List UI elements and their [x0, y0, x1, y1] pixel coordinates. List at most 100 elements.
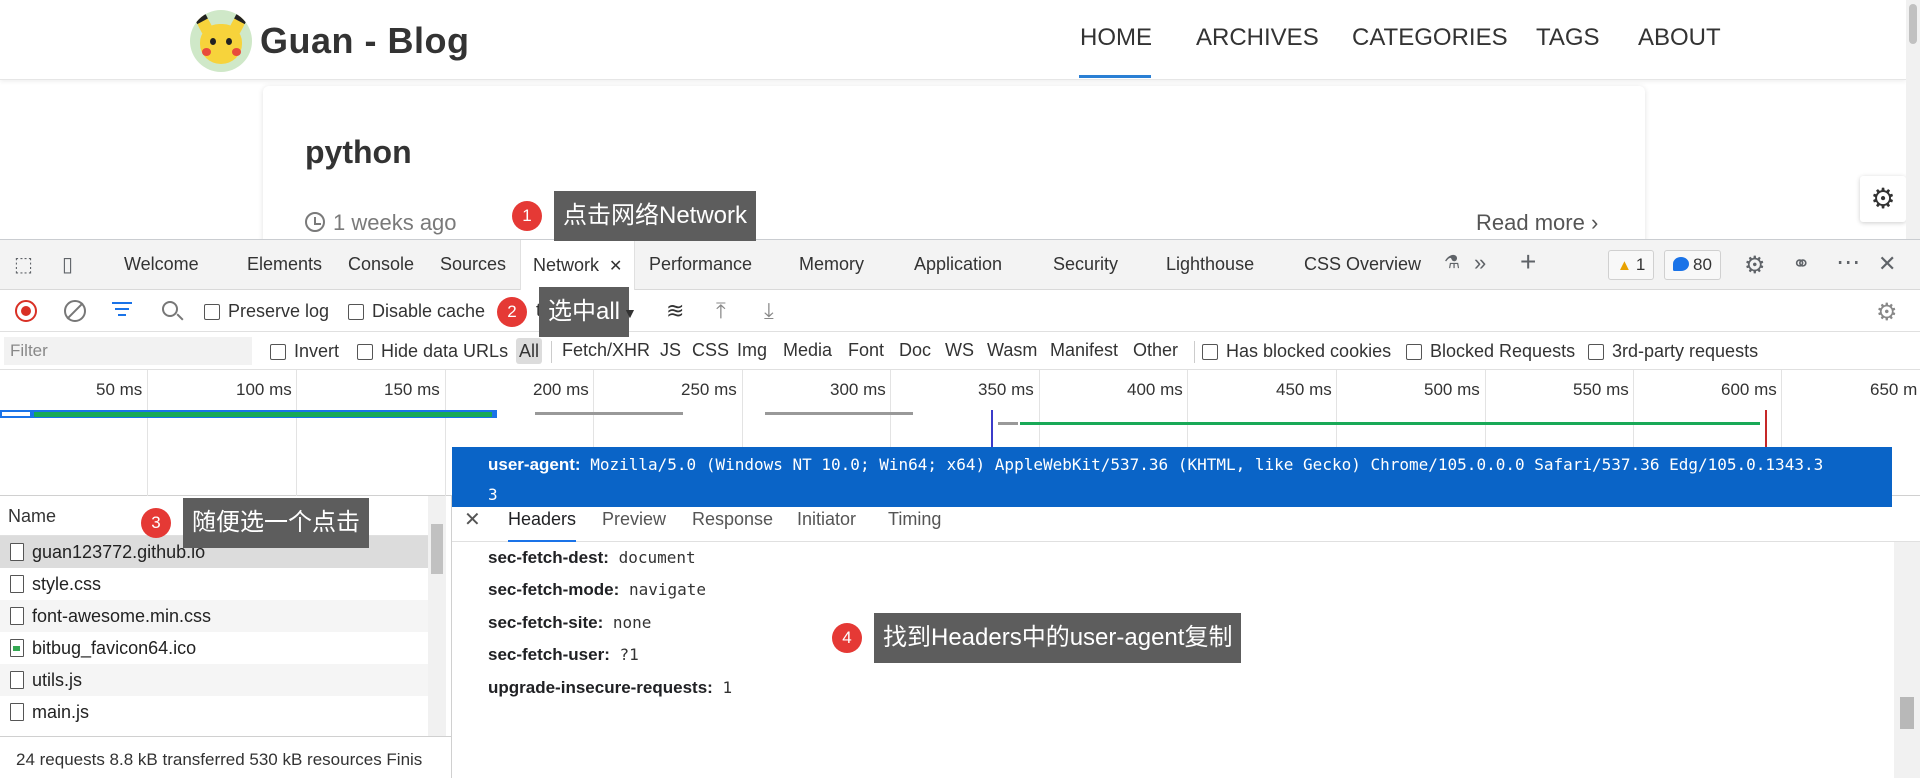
import-har-icon[interactable]: ⤒ — [716, 298, 726, 324]
export-har-icon[interactable]: ⤓ — [764, 298, 774, 324]
nav-tags[interactable]: TAGS — [1536, 24, 1600, 52]
type-font[interactable]: Font — [848, 340, 884, 361]
detail-scrollbar[interactable] — [1894, 542, 1920, 778]
type-wasm[interactable]: Wasm — [987, 340, 1037, 361]
network-settings-icon[interactable]: ⚙ — [1876, 298, 1898, 327]
tab-memory[interactable]: Memory — [799, 254, 864, 275]
tab-elements[interactable]: Elements — [247, 254, 322, 275]
device-toolbar-icon[interactable]: ▯ — [62, 252, 73, 277]
invert-checkbox[interactable]: Invert — [270, 341, 339, 362]
nav-categories[interactable]: CATEGORIES — [1352, 24, 1508, 52]
annotation-number: 3 — [141, 508, 171, 538]
header-line[interactable]: sec-fetch-dest: document — [488, 548, 696, 568]
annotation-3: 3 随便选一个点击 — [141, 498, 369, 548]
type-js[interactable]: JS — [660, 340, 681, 361]
tab-lighthouse[interactable]: Lighthouse — [1166, 254, 1254, 275]
header-line[interactable]: sec-fetch-mode: navigate — [488, 580, 706, 600]
user-agent-line-cont: 3 — [488, 485, 498, 504]
tab-welcome[interactable]: Welcome — [124, 254, 199, 275]
tab-performance[interactable]: Performance — [649, 254, 752, 275]
record-icon[interactable] — [15, 300, 37, 322]
type-manifest[interactable]: Manifest — [1050, 340, 1118, 361]
header-line[interactable]: upgrade-insecure-requests: 1 — [488, 678, 732, 698]
user-agent-header-selected[interactable]: user-agent: Mozilla/5.0 (Windows NT 10.0… — [452, 447, 1892, 507]
request-row[interactable]: font-awesome.min.css — [0, 600, 428, 632]
third-party-requests-checkbox[interactable]: 3rd-party requests — [1588, 341, 1758, 362]
tab-network[interactable]: Network ✕ — [520, 240, 636, 290]
close-devtools-icon[interactable]: ✕ — [1878, 251, 1896, 277]
request-row[interactable]: style.css — [0, 568, 428, 600]
tab-css-overview[interactable]: CSS Overview — [1304, 254, 1421, 275]
filter-icon[interactable] — [112, 302, 132, 320]
request-name: bitbug_favicon64.ico — [32, 638, 197, 658]
filter-bar: Invert Hide data URLs All Fetch/XHR JS C… — [0, 332, 1920, 370]
preserve-log-checkbox[interactable]: Preserve log — [204, 301, 329, 322]
add-tab-icon[interactable]: + — [1520, 246, 1536, 278]
message-icon — [1673, 257, 1689, 271]
post-time: 1 weeks ago — [305, 210, 457, 236]
tab-headers[interactable]: Headers — [508, 509, 577, 542]
tab-security[interactable]: Security — [1053, 254, 1118, 275]
network-conditions-icon[interactable]: ≋ — [666, 298, 684, 324]
post-title[interactable]: python — [305, 134, 412, 171]
hide-data-urls-label: Hide data URLs — [381, 341, 509, 361]
close-tab-icon[interactable]: ✕ — [609, 258, 622, 275]
nav-about[interactable]: ABOUT — [1638, 24, 1721, 52]
inspect-element-icon[interactable]: ⬚ — [14, 252, 33, 277]
warnings-count: 1 — [1635, 255, 1646, 274]
tab-response[interactable]: Response — [692, 509, 773, 530]
nav-archives[interactable]: ARCHIVES — [1196, 24, 1319, 52]
tab-network-label: Network — [533, 255, 600, 275]
tab-timing[interactable]: Timing — [888, 509, 941, 530]
requests-scrollbar[interactable] — [428, 496, 446, 736]
type-css[interactable]: CSS — [692, 340, 729, 361]
type-other[interactable]: Other — [1133, 340, 1178, 361]
preserve-log-label: Preserve log — [228, 301, 330, 321]
annotation-text: 选中all — [539, 287, 630, 337]
tab-preview[interactable]: Preview — [602, 509, 666, 530]
history-icon — [305, 212, 325, 232]
network-status-bar: 24 requests 8.8 kB transferred 530 kB re… — [0, 736, 452, 778]
tab-initiator[interactable]: Initiator — [797, 509, 856, 530]
request-row[interactable]: main.js — [0, 696, 428, 728]
filter-input[interactable] — [4, 337, 252, 365]
search-icon[interactable] — [162, 301, 178, 317]
settings-gear-icon[interactable]: ⚙ — [1744, 251, 1766, 280]
has-blocked-cookies-checkbox[interactable]: Has blocked cookies — [1202, 341, 1391, 362]
hide-data-urls-checkbox[interactable]: Hide data URLs — [357, 341, 508, 362]
type-ws[interactable]: WS — [945, 340, 974, 361]
blog-title[interactable]: Guan - Blog — [260, 20, 469, 62]
customize-icon[interactable]: ⚭ — [1792, 251, 1810, 277]
type-media[interactable]: Media — [783, 340, 832, 361]
annotation-text: 随便选一个点击 — [183, 498, 369, 548]
type-img[interactable]: Img — [737, 340, 767, 361]
type-doc[interactable]: Doc — [899, 340, 931, 361]
more-tabs-icon[interactable]: » — [1474, 250, 1486, 276]
clear-icon[interactable] — [64, 300, 86, 322]
annotation-1: 1 点击网络Network — [512, 191, 757, 241]
file-icon — [10, 671, 24, 689]
read-more-link[interactable]: Read more › — [1476, 210, 1598, 236]
blocked-requests-checkbox[interactable]: Blocked Requests — [1406, 341, 1575, 362]
nav-home[interactable]: HOME — [1080, 24, 1152, 52]
messages-badge[interactable]: 80 — [1664, 250, 1721, 280]
annotation-text: 点击网络Network — [554, 191, 757, 241]
header-line[interactable]: sec-fetch-user: ?1 — [488, 645, 639, 665]
pikachu-logo-icon[interactable] — [190, 10, 252, 72]
type-all[interactable]: All — [516, 338, 543, 364]
warnings-badge[interactable]: ▲ 1 — [1608, 250, 1655, 280]
close-detail-icon[interactable]: ✕ — [464, 507, 481, 532]
header-name: sec-fetch-user: — [488, 645, 610, 664]
request-row[interactable]: bitbug_favicon64.ico — [0, 632, 428, 664]
file-icon — [10, 703, 24, 721]
tab-console[interactable]: Console — [348, 254, 414, 275]
disable-cache-checkbox[interactable]: Disable cache — [348, 301, 485, 322]
tab-sources[interactable]: Sources — [440, 254, 506, 275]
more-options-icon[interactable]: ⋯ — [1836, 248, 1860, 277]
settings-gear-icon[interactable]: ⚙ — [1860, 176, 1906, 222]
tab-application[interactable]: Application — [914, 254, 1002, 275]
request-row[interactable]: utils.js — [0, 664, 428, 696]
type-fetch-xhr[interactable]: Fetch/XHR — [562, 340, 650, 361]
page-scrollbar[interactable] — [1906, 0, 1920, 240]
header-line[interactable]: sec-fetch-site: none — [488, 613, 651, 633]
